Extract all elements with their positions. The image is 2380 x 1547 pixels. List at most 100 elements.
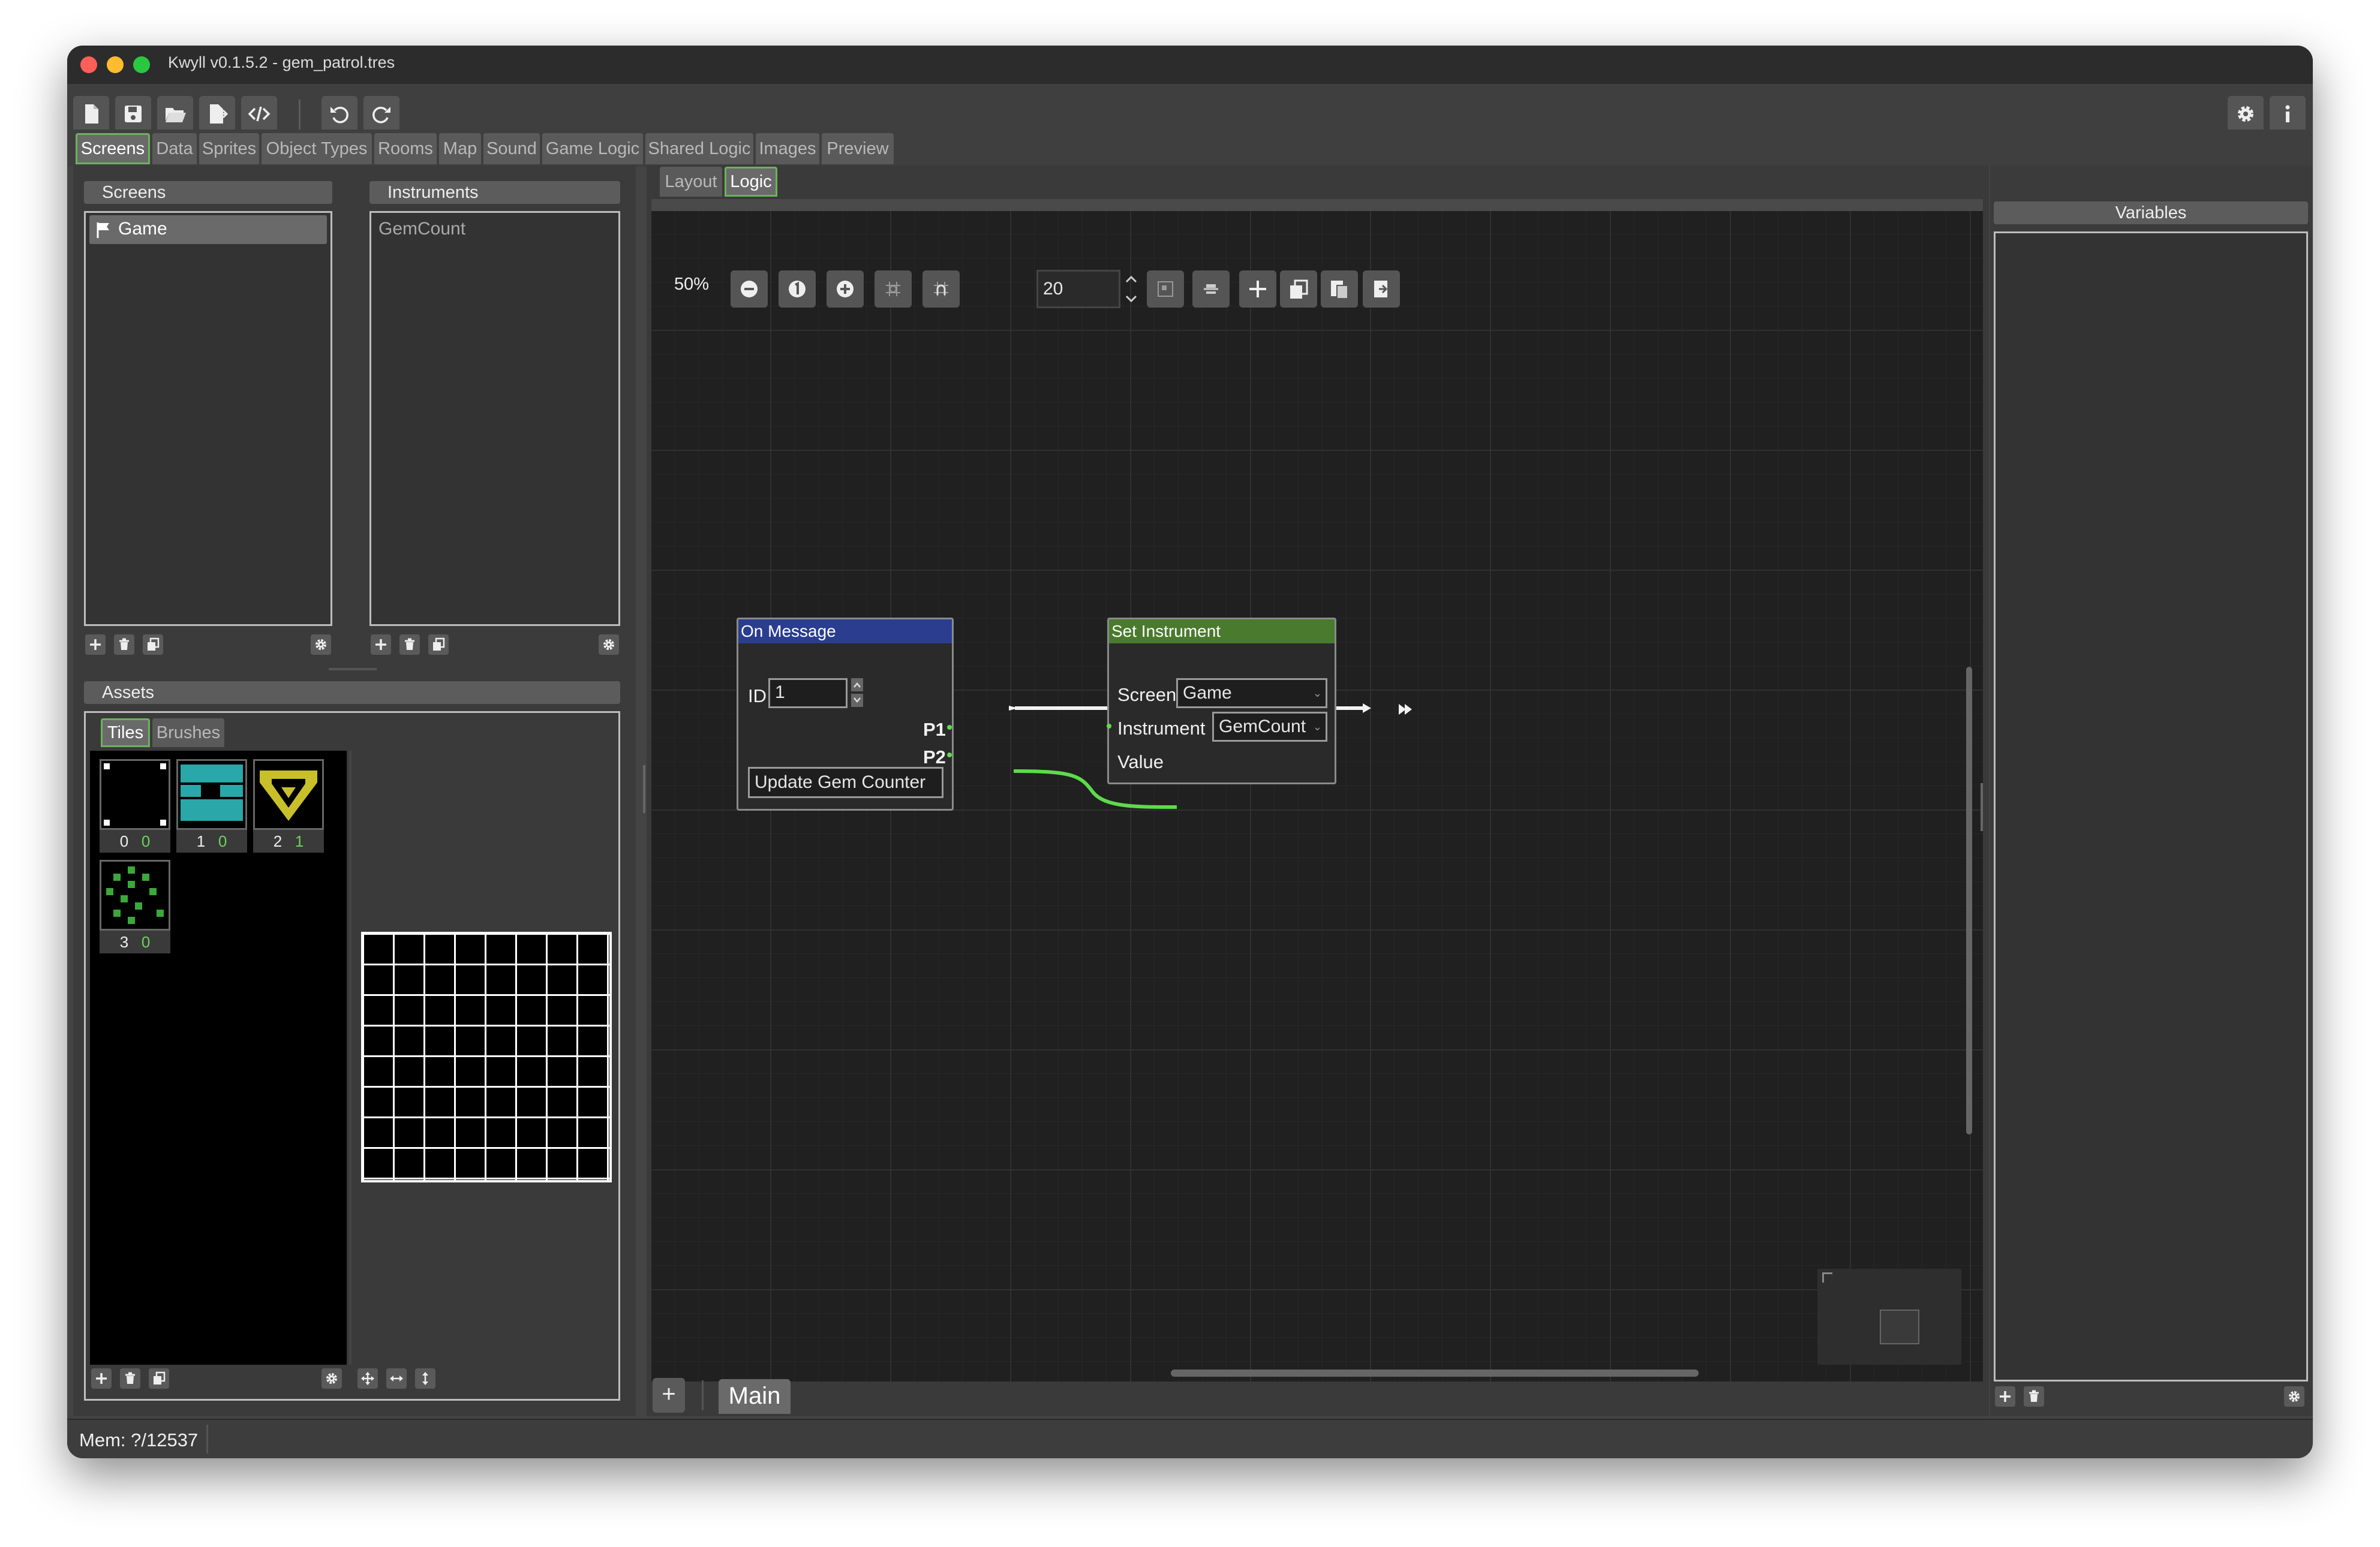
left-splitter-handle[interactable] xyxy=(643,765,645,813)
id-stepper-icon[interactable] xyxy=(851,678,863,708)
tab-game-logic[interactable]: Game Logic xyxy=(542,133,643,164)
tab-sound[interactable]: Sound xyxy=(483,133,540,164)
open-folder-button[interactable] xyxy=(157,96,193,132)
snap-grid-button[interactable] xyxy=(922,270,960,308)
variable-settings-button[interactable] xyxy=(2284,1386,2304,1407)
zoom-out-button[interactable] xyxy=(731,270,768,308)
tile-2[interactable] xyxy=(253,759,324,830)
trash-icon xyxy=(125,1372,135,1384)
grass-pattern-icon xyxy=(106,866,164,924)
screens-list[interactable]: Game xyxy=(84,211,332,626)
tab-data[interactable]: Data xyxy=(152,133,197,164)
export-button[interactable] xyxy=(199,96,235,132)
tab-shared-logic[interactable]: Shared Logic xyxy=(645,133,753,164)
copy-nodes-button[interactable] xyxy=(1280,270,1317,308)
settings-button[interactable] xyxy=(2228,96,2264,132)
screen-settings-button[interactable] xyxy=(311,634,331,655)
duplicate-instrument-button[interactable] xyxy=(428,634,449,655)
plus-icon xyxy=(2000,1391,2011,1402)
add-graph-tab-button[interactable]: + xyxy=(653,1378,685,1413)
add-screen-button[interactable] xyxy=(85,634,106,655)
p2-port[interactable] xyxy=(947,753,952,757)
screen-item-game[interactable]: Game xyxy=(89,215,327,244)
delete-variable-button[interactable] xyxy=(2024,1386,2044,1407)
graph-tab-main[interactable]: Main xyxy=(719,1379,791,1414)
tab-brushes[interactable]: Brushes xyxy=(152,718,224,747)
tab-tiles[interactable]: Tiles xyxy=(101,718,150,747)
info-button[interactable] xyxy=(2270,96,2306,132)
instrument-select[interactable]: GemCount ⌄ xyxy=(1212,712,1327,742)
delete-instrument-button[interactable] xyxy=(399,634,420,655)
tab-preview[interactable]: Preview xyxy=(822,133,894,164)
minimap-resize-handle[interactable] xyxy=(1822,1272,1832,1283)
tab-sprites[interactable]: Sprites xyxy=(199,133,259,164)
minimize-window-button[interactable] xyxy=(107,56,124,73)
panel-splitter[interactable] xyxy=(329,668,377,670)
assets-splitter[interactable] xyxy=(349,751,351,1365)
gear-icon xyxy=(326,1373,337,1384)
minimap-button[interactable] xyxy=(1147,270,1184,308)
graph-horizontal-scrollbar[interactable] xyxy=(1171,1370,1699,1377)
tab-images[interactable]: Images xyxy=(756,133,819,164)
flip-vertical-button[interactable] xyxy=(415,1368,435,1389)
tile-2-caption: 2 1 xyxy=(253,830,324,853)
instrument-item-gemcount[interactable]: GemCount xyxy=(378,219,465,239)
redo-button[interactable] xyxy=(363,96,399,132)
add-tile-button[interactable] xyxy=(91,1368,112,1389)
add-node-button[interactable] xyxy=(1239,270,1276,308)
toggle-grid-button[interactable] xyxy=(875,270,912,308)
delete-screen-button[interactable] xyxy=(114,634,134,655)
tab-map[interactable]: Map xyxy=(439,133,481,164)
duplicate-tile-button[interactable] xyxy=(149,1368,169,1389)
tab-rooms[interactable]: Rooms xyxy=(374,133,437,164)
right-splitter-handle[interactable] xyxy=(1981,783,1983,831)
close-window-button[interactable] xyxy=(80,56,97,73)
variables-list[interactable] xyxy=(1994,231,2308,1382)
arrange-nodes-button[interactable] xyxy=(1192,270,1230,308)
exec-out-arrow-icon[interactable] xyxy=(1399,703,1413,716)
graph-minimap[interactable] xyxy=(1817,1269,1961,1365)
zoom-in-button[interactable] xyxy=(827,270,864,308)
plus-icon xyxy=(1249,281,1266,297)
zoom-window-button[interactable] xyxy=(133,56,150,73)
duplicate-nodes-button[interactable] xyxy=(1363,270,1400,308)
comment-field[interactable]: Update Gem Counter xyxy=(748,767,943,798)
add-variable-button[interactable] xyxy=(1995,1386,2015,1407)
grid-size-stepper-icon[interactable] xyxy=(1124,272,1138,306)
message-id-input[interactable]: 1 xyxy=(768,678,848,708)
tile-1-caption: 1 0 xyxy=(176,830,247,853)
move-tile-button[interactable] xyxy=(357,1368,378,1389)
title-bar: Kwyll v0.1.5.2 - gem_patrol.tres xyxy=(67,46,2313,84)
set-instrument-node[interactable]: Set Instrument Screen Game ⌄ Instrument G… xyxy=(1107,618,1336,784)
tab-layout[interactable]: Layout xyxy=(660,167,722,197)
p1-port[interactable] xyxy=(947,725,952,730)
paste-nodes-button[interactable] xyxy=(1321,270,1358,308)
undo-button[interactable] xyxy=(321,96,357,132)
duplicate-screen-button[interactable] xyxy=(143,634,163,655)
delete-tile-button[interactable] xyxy=(120,1368,140,1389)
instrument-settings-button[interactable] xyxy=(599,634,619,655)
graph-vertical-scrollbar[interactable] xyxy=(1966,667,1972,1134)
tile-1[interactable] xyxy=(176,759,247,830)
code-button[interactable] xyxy=(241,96,277,132)
instrument-label: Instrument xyxy=(1117,718,1206,739)
minimap-viewport[interactable] xyxy=(1880,1310,1919,1344)
zoom-reset-button[interactable] xyxy=(779,270,816,308)
add-instrument-button[interactable] xyxy=(371,634,391,655)
on-message-node[interactable]: On Message ID 1 P1 P2 Update Gem Counter xyxy=(737,618,954,811)
save-button[interactable] xyxy=(115,96,151,132)
flip-horizontal-button[interactable] xyxy=(386,1368,407,1389)
new-file-button[interactable] xyxy=(73,96,109,132)
instrument-port[interactable] xyxy=(1107,724,1111,729)
tile-settings-button[interactable] xyxy=(321,1368,342,1389)
instruments-list[interactable]: GemCount xyxy=(369,211,620,626)
grid-size-input[interactable]: 20 xyxy=(1036,270,1120,308)
instrument-select-value: GemCount xyxy=(1219,717,1306,736)
tab-screens[interactable]: Screens xyxy=(76,133,150,164)
tile-pixel-editor[interactable] xyxy=(361,932,612,1182)
tab-object-types[interactable]: Object Types xyxy=(262,133,372,164)
tile-0[interactable] xyxy=(100,759,170,830)
tile-3[interactable] xyxy=(100,860,170,931)
tab-logic[interactable]: Logic xyxy=(725,167,777,197)
screen-select[interactable]: Game ⌄ xyxy=(1176,678,1327,708)
